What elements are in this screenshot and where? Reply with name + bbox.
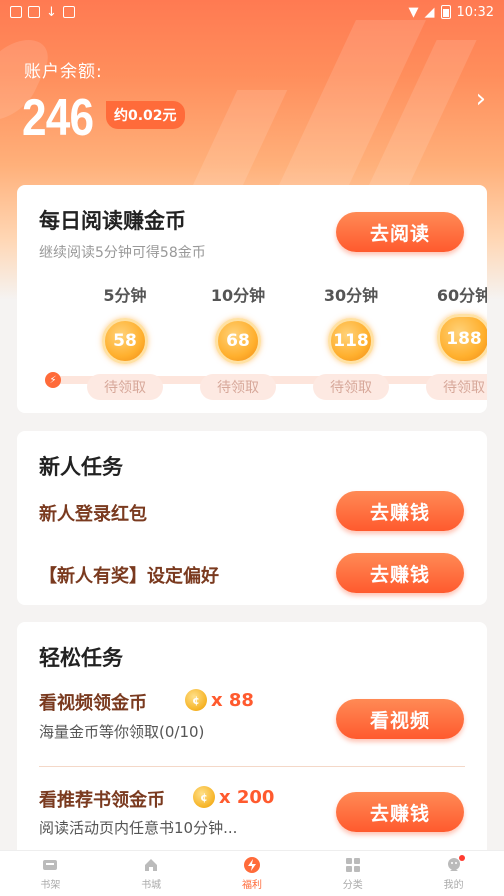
milestone-label: 30分钟	[323, 286, 379, 305]
reading-timeline: ⚡ 5分钟 58 待领取 10分钟 68 待领取 30分钟 118 待领取 60…	[17, 185, 487, 413]
nav-label: 分类	[342, 880, 363, 891]
divider	[39, 766, 465, 767]
chevron-right-icon[interactable]: ›	[476, 84, 486, 114]
task-subtitle: 阅读活动页内任意书10分钟...	[39, 819, 238, 837]
claim-pill[interactable]: 待领取	[313, 374, 389, 400]
nav-item-welfare[interactable]: 福利	[202, 851, 303, 896]
lightning-icon: ⚡	[45, 372, 61, 388]
coin-icon: 58	[102, 318, 148, 364]
milestone-item: 10分钟 68 待领取	[193, 282, 283, 400]
nav-label: 我的	[443, 880, 464, 891]
app-icon	[62, 6, 75, 18]
earn-button[interactable]: 去赚钱	[336, 792, 464, 832]
home-icon	[142, 856, 160, 874]
milestone-label: 60分钟	[436, 286, 487, 305]
daily-read-card: 每日阅读赚金币 继续阅读5分钟可得58金币 去阅读 ⚡ 5分钟 58 待领取 1…	[17, 185, 487, 413]
task-title: 看推荐书领金币	[39, 790, 165, 811]
easy-tasks-card: 轻松任务 看视频领金币 ¢ x 88 海量金币等你领取(0/10) 看视频 看推…	[17, 622, 487, 862]
coin-icon: ¢	[193, 786, 215, 808]
wifi-icon: ▼	[408, 4, 419, 20]
reward: ¢ x 88	[185, 689, 254, 711]
balance-label: 账户余额:	[24, 62, 103, 82]
grid-icon	[344, 856, 362, 874]
task-title: 看视频领金币	[39, 693, 147, 714]
balance-value: 246	[22, 89, 94, 147]
coin-icon: ¢	[185, 689, 207, 711]
reward-amount: x 88	[211, 689, 254, 711]
newbie-tasks-card: 新人任务 新人登录红包 去赚钱 【新人有奖】设定偏好 去赚钱	[17, 431, 487, 605]
earn-button[interactable]: 去赚钱	[336, 553, 464, 593]
nav-item-bookstore[interactable]: 书城	[101, 851, 202, 896]
status-bar: ↓ ▼ ◢ 10:32	[0, 0, 504, 24]
signal-icon: ◢	[424, 4, 435, 20]
notification-icon	[10, 6, 22, 18]
easy-tasks-title: 轻松任务	[39, 646, 123, 670]
coin-icon: 68	[215, 318, 261, 364]
nav-item-category[interactable]: 分类	[302, 851, 403, 896]
milestone-label: 5分钟	[103, 286, 147, 305]
download-icon: ↓	[46, 4, 57, 20]
claim-pill[interactable]: 待领取	[87, 374, 163, 400]
status-time: 10:32	[456, 4, 494, 20]
nav-label: 书架	[40, 880, 61, 891]
task-title: 【新人有奖】设定偏好	[39, 566, 219, 587]
coin-icon: 118	[328, 318, 374, 364]
nav-label: 福利	[241, 880, 262, 891]
bottom-nav: 书架 书城 福利 分类 我的	[0, 850, 504, 896]
reward-amount: x 200	[219, 786, 275, 808]
claim-pill[interactable]: 待领取	[200, 374, 276, 400]
bookshelf-icon	[41, 856, 59, 874]
task-subtitle: 海量金币等你领取(0/10)	[39, 723, 205, 741]
reward: ¢ x 200	[193, 786, 274, 808]
nav-label: 书城	[141, 880, 162, 891]
earn-button[interactable]: 去赚钱	[336, 491, 464, 531]
battery-icon	[440, 5, 451, 19]
nav-item-bookshelf[interactable]: 书架	[0, 851, 101, 896]
watch-video-button[interactable]: 看视频	[336, 699, 464, 739]
notification-icon	[28, 6, 40, 18]
balance-yuan-badge: 约0.02元	[106, 101, 185, 129]
notification-dot	[459, 855, 466, 861]
task-title: 新人登录红包	[39, 504, 147, 525]
milestone-item: 30分钟 118 待领取	[306, 282, 396, 400]
milestone-label: 10分钟	[210, 286, 266, 305]
milestone-item: 60分钟 188 待领取	[419, 282, 487, 400]
milestone-item: 5分钟 58 待领取	[80, 282, 170, 400]
claim-pill[interactable]: 待领取	[426, 374, 487, 400]
coin-bag-icon: 188	[437, 314, 487, 364]
newbie-tasks-title: 新人任务	[39, 455, 123, 479]
nav-item-profile[interactable]: 我的	[403, 851, 504, 896]
lightning-icon	[243, 856, 261, 874]
